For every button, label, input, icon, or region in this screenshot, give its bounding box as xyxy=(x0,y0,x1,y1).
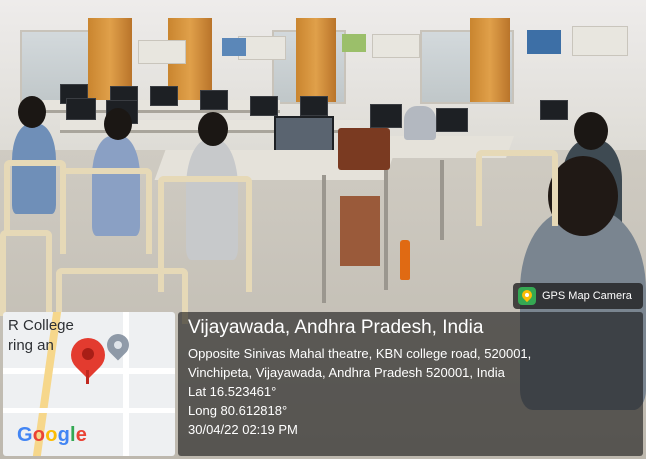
student xyxy=(404,106,436,140)
wall-poster xyxy=(222,38,246,56)
chair xyxy=(476,150,558,226)
map-thumbnail: R College ring an Google xyxy=(3,312,175,456)
geotagged-photo: GPS Map Camera R College ring an Google … xyxy=(0,0,646,459)
longitude: Long 80.612818° xyxy=(188,403,288,418)
address-line-1: Opposite Sinivas Mahal theatre, KBN coll… xyxy=(188,346,532,361)
table-leg xyxy=(322,175,326,303)
red-map-pin-dot xyxy=(82,348,94,360)
cardboard-box xyxy=(340,196,380,266)
computer-monitor xyxy=(540,100,568,120)
computer-monitor xyxy=(200,90,228,110)
student-head xyxy=(574,112,608,150)
wall-poster xyxy=(342,34,366,52)
air-conditioner xyxy=(372,34,420,58)
student-head xyxy=(104,108,132,140)
map-label-line2: ring an xyxy=(8,337,54,354)
student-head xyxy=(548,156,618,236)
red-map-pin-tail xyxy=(86,370,89,384)
water-bottle xyxy=(400,240,410,280)
computer-monitor xyxy=(370,104,402,128)
chair xyxy=(60,168,152,254)
map-road xyxy=(123,312,129,456)
computer-monitor xyxy=(436,108,468,132)
chair xyxy=(4,160,66,236)
badge-label: GPS Map Camera xyxy=(542,290,632,302)
latitude: Lat 16.523461° xyxy=(188,384,277,399)
air-conditioner xyxy=(138,40,186,64)
air-conditioner xyxy=(572,26,628,56)
location-title: Vijayawada, Andhra Pradesh, India xyxy=(188,317,484,338)
curtain xyxy=(470,18,510,102)
map-pin-app-icon xyxy=(518,287,536,305)
table-leg xyxy=(384,170,388,290)
computer-monitor xyxy=(150,86,178,106)
handbag xyxy=(338,128,390,170)
computer-monitor xyxy=(66,98,96,120)
location-info-panel: Vijayawada, Andhra Pradesh, India Opposi… xyxy=(178,312,643,456)
student-head xyxy=(198,112,228,146)
computer-monitor xyxy=(300,96,328,116)
computer-monitor xyxy=(250,96,278,116)
chair xyxy=(0,230,52,316)
map-road xyxy=(3,408,175,413)
gps-map-camera-badge: GPS Map Camera xyxy=(513,283,643,309)
google-logo: Google xyxy=(17,424,88,446)
map-place-label: R College ring an xyxy=(8,316,74,356)
map-label-line1: R College xyxy=(8,317,74,334)
wall-poster xyxy=(527,30,561,54)
student-head xyxy=(18,96,46,128)
gray-map-pin-dot xyxy=(114,341,122,349)
datetime: 30/04/22 02:19 PM xyxy=(188,422,298,437)
address-line-2: Vinchipeta, Vijayawada, Andhra Pradesh 5… xyxy=(188,365,505,380)
table-leg xyxy=(440,160,444,240)
curtain xyxy=(296,18,336,102)
